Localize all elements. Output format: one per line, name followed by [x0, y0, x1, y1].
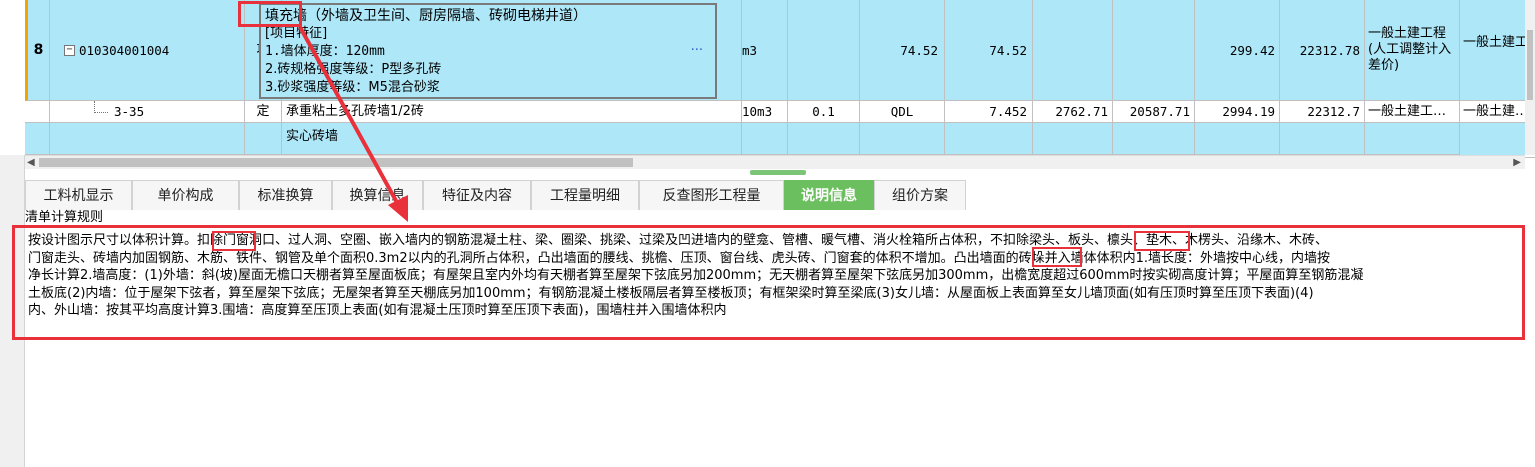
sub-quantity[interactable]: 7.452: [945, 101, 1033, 123]
next-cell[interactable]: [945, 123, 1033, 155]
quantity-expression[interactable]: [788, 0, 860, 101]
row-number[interactable]: 8: [25, 0, 50, 101]
sub-quantity-expression[interactable]: 0.1: [788, 101, 860, 123]
next-name[interactable]: 实心砖墙: [282, 123, 742, 155]
sub-code-cell[interactable]: 3-35: [50, 101, 245, 123]
table-row-sub[interactable]: 3-35 定 承重粘土多孔砖墙1/2砖 10m3 0.1 QDL 7.452 2…: [25, 101, 1535, 123]
sub-unit-price[interactable]: 2762.71: [1033, 101, 1113, 123]
tab-description-info[interactable]: 说明信息: [784, 180, 874, 210]
tab-standard-conversion[interactable]: 标准换算: [239, 180, 332, 210]
next-cell[interactable]: [1365, 123, 1460, 155]
comprehensive-total[interactable]: 22312.78: [1280, 0, 1365, 101]
horizontal-scroll-thumb[interactable]: [39, 158, 633, 167]
sub-name[interactable]: 承重粘土多孔砖墙1/2砖: [282, 101, 742, 123]
next-code-cell[interactable]: [50, 123, 245, 155]
sub-total-price[interactable]: 20587.71: [1113, 101, 1195, 123]
next-cell[interactable]: [1033, 123, 1113, 155]
quantity[interactable]: 74.52: [860, 0, 945, 101]
vertical-scroll-thumb[interactable]: [1527, 30, 1533, 100]
next-cell[interactable]: [1460, 123, 1535, 158]
tab-unit-price-composition[interactable]: 单价构成: [132, 180, 239, 210]
tab-pricing-scheme[interactable]: 组价方案: [874, 180, 966, 210]
feature-line: 3.砂浆强度等级：M5混合砂浆: [265, 80, 440, 95]
tree-connector-icon: [94, 112, 108, 113]
category-cell[interactable]: 一般土建工程: [1460, 0, 1535, 101]
sub-qty-label[interactable]: QDL: [860, 101, 945, 123]
item-name-title: 填充墙（外墙及卫生间、厨房隔墙、砖砌电梯井道）: [265, 8, 587, 24]
sub-specialty[interactable]: 一般土建工…: [1365, 101, 1460, 123]
collapse-toggle-icon[interactable]: −: [64, 45, 75, 56]
comprehensive-unit-price[interactable]: 299.42: [1195, 0, 1280, 101]
next-unit-cell[interactable]: [742, 123, 788, 155]
next-type-cell[interactable]: [245, 123, 282, 155]
panel-splitter-handle[interactable]: [750, 170, 806, 175]
sub-comprehensive-total[interactable]: 22312.7: [1280, 101, 1365, 123]
item-unit[interactable]: m3: [742, 0, 788, 101]
next-cell[interactable]: [860, 123, 945, 155]
tab-conversion-info[interactable]: 换算信息: [332, 180, 423, 210]
next-cell[interactable]: [1195, 123, 1280, 155]
tab-quantity-detail[interactable]: 工程量明细: [531, 180, 639, 210]
item-name-editor[interactable]: 填充墙（外墙及卫生间、厨房隔墙、砖砌电梯井道） [项目特征] 1.墙体厚度：12…: [259, 3, 717, 99]
next-cell[interactable]: [1113, 123, 1195, 155]
feature-line: 2.砖规格强度等级：P型多孔砖: [265, 62, 442, 77]
annotation-box-deduct: [212, 231, 256, 251]
bill-table: 8 − 010304001004 项 m3 74.52 74.52 299.42…: [0, 0, 1535, 158]
row-number: [25, 101, 50, 123]
feature-header: [项目特征]: [265, 26, 328, 41]
specialty-cell[interactable]: 一般土建工程(人工调整计入差价): [1365, 0, 1460, 101]
row-number: [25, 123, 50, 155]
scroll-left-arrow-icon[interactable]: ◀: [27, 157, 35, 168]
tab-features-content[interactable]: 特征及内容: [423, 180, 531, 210]
sub-unit[interactable]: 10m3: [742, 101, 788, 123]
tab-material-machine[interactable]: 工料机显示: [25, 180, 132, 210]
quantity-2[interactable]: 74.52: [945, 0, 1033, 101]
ellipsis-button[interactable]: ···: [691, 43, 703, 58]
annotation-box-not-add: [1032, 247, 1082, 267]
detail-tabbar: 工料机显示 单价构成 标准换算 换算信息 特征及内容 工程量明细 反查图形工程量…: [25, 180, 1535, 210]
item-code-cell[interactable]: − 010304001004: [50, 0, 245, 101]
item-code: 010304001004: [79, 43, 170, 58]
unit-price[interactable]: [1033, 0, 1113, 101]
sub-comprehensive-unit-price[interactable]: 2994.19: [1195, 101, 1280, 123]
annotation-box-not-deduct: [1134, 231, 1190, 251]
horizontal-scrollbar[interactable]: ◀ ▶: [25, 155, 1525, 169]
tab-reverse-graphic-quantity[interactable]: 反查图形工程量: [639, 180, 784, 210]
total-price[interactable]: [1113, 0, 1195, 101]
vertical-scrollbar[interactable]: [1525, 0, 1535, 155]
sub-type[interactable]: 定: [245, 101, 282, 123]
annotation-box-fill-wall: [238, 1, 302, 27]
sub-code: 3-35: [114, 104, 145, 119]
table-row-next[interactable]: 实心砖墙: [25, 123, 1535, 158]
section-label: 清单计算规则: [25, 210, 104, 225]
feature-line: 1.墙体厚度：120mm: [265, 44, 385, 59]
scroll-right-arrow-icon[interactable]: ▶: [1513, 157, 1521, 168]
next-cell[interactable]: [1280, 123, 1365, 155]
sub-category[interactable]: 一般土建…: [1460, 101, 1535, 123]
next-cell[interactable]: [788, 123, 860, 155]
